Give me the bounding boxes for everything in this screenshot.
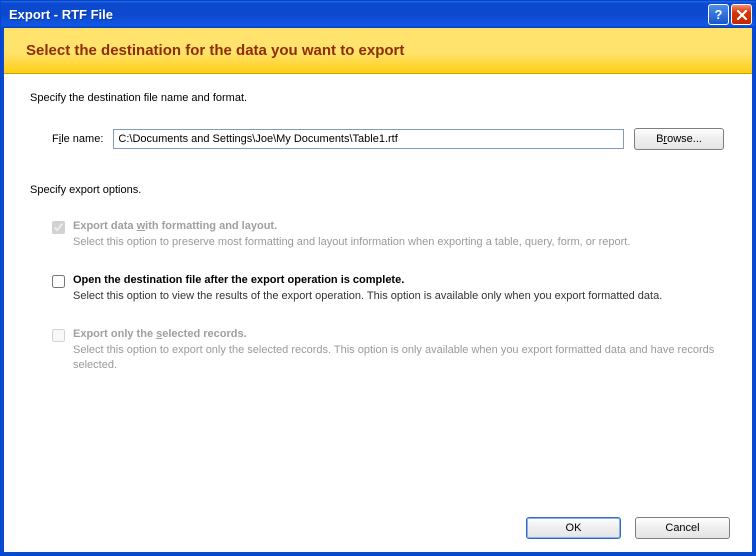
- help-button[interactable]: ?: [708, 4, 729, 25]
- dialog-footer: OK Cancel: [4, 504, 752, 552]
- cancel-button[interactable]: Cancel: [635, 517, 730, 539]
- dialog-body: Select the destination for the data you …: [1, 28, 755, 555]
- destination-section-label: Specify the destination file name and fo…: [30, 92, 730, 104]
- option-formatting-checkbox: [52, 221, 65, 234]
- options-group: Export data with formatting and layout. …: [30, 220, 730, 390]
- option-selected-only: Export only the selected records. Select…: [52, 328, 730, 391]
- header-band: Select the destination for the data you …: [4, 28, 752, 73]
- option-formatting-label: Export data with formatting and layout.: [73, 220, 630, 232]
- option-open-after-label: Open the destination file after the expo…: [73, 274, 662, 286]
- filename-row: File name: Browse...: [30, 128, 730, 150]
- close-button[interactable]: [731, 4, 752, 25]
- option-open-after-checkbox[interactable]: [52, 275, 65, 288]
- option-open-after-desc: Select this option to view the results o…: [73, 289, 662, 304]
- filename-input[interactable]: [113, 129, 624, 149]
- export-dialog: Export - RTF File ? Select the destinati…: [0, 0, 756, 556]
- option-open-after: Open the destination file after the expo…: [52, 274, 730, 322]
- option-selected-only-checkbox: [52, 329, 65, 342]
- close-icon: [736, 10, 748, 20]
- ok-button[interactable]: OK: [526, 517, 621, 539]
- content-area: Specify the destination file name and fo…: [4, 74, 752, 504]
- header-heading: Select the destination for the data you …: [26, 42, 404, 59]
- browse-button[interactable]: Browse...: [634, 128, 724, 150]
- titlebar[interactable]: Export - RTF File ?: [1, 1, 755, 28]
- option-formatting-desc: Select this option to preserve most form…: [73, 235, 630, 250]
- option-formatting: Export data with formatting and layout. …: [52, 220, 730, 268]
- option-selected-only-label: Export only the selected records.: [73, 328, 730, 340]
- window-title: Export - RTF File: [9, 7, 706, 22]
- option-selected-only-desc: Select this option to export only the se…: [73, 343, 730, 373]
- options-section-label: Specify export options.: [30, 184, 730, 196]
- help-icon: ?: [715, 7, 723, 22]
- filename-label: File name:: [52, 133, 103, 145]
